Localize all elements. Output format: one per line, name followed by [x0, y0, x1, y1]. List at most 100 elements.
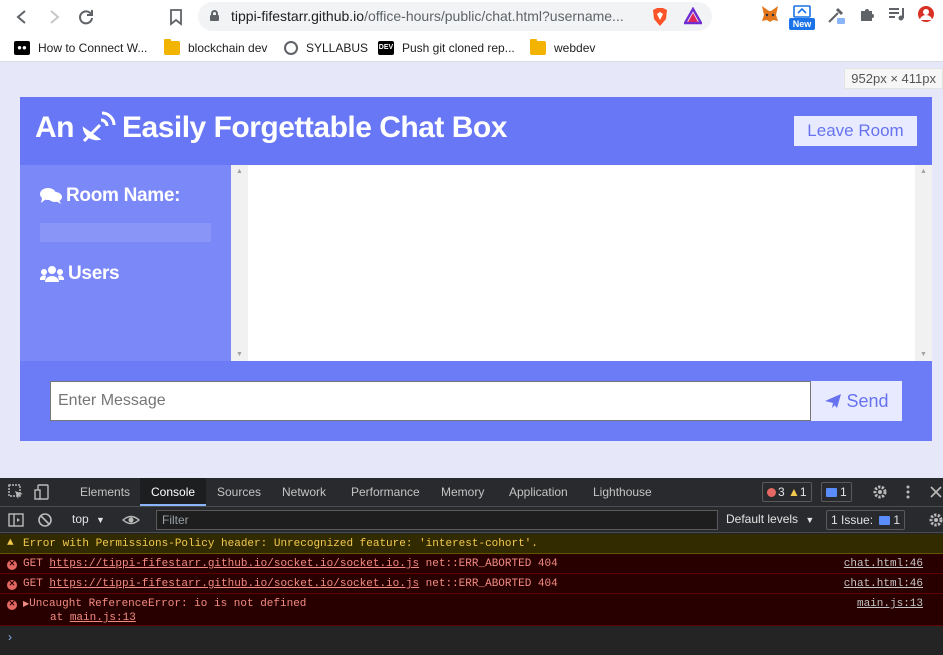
chevron-down-icon: ▼ — [805, 515, 815, 525]
folder-icon — [164, 39, 180, 55]
title-text-before: An — [35, 111, 75, 144]
log-message: Error with Permissions-Policy header: Un… — [23, 538, 538, 550]
scroll-down-icon[interactable]: ▼ — [231, 351, 248, 358]
brave-rewards-icon[interactable] — [682, 6, 704, 29]
tab-performance[interactable]: Performance — [340, 478, 431, 506]
log-levels-dropdown[interactable]: Default levels ▼ — [726, 512, 814, 526]
console-error-row: ✕ ▶Uncaught ReferenceError: io is not de… — [0, 594, 943, 626]
message-icon — [826, 488, 837, 497]
bookmark-icon[interactable] — [165, 6, 187, 28]
chat-container: An Easily Forgettable Chat Box Leave Roo… — [20, 97, 932, 441]
bookmark-label: How to Connect W... — [38, 41, 148, 55]
eyedropper-icon[interactable] — [825, 4, 847, 26]
message-counter[interactable]: 1 — [821, 482, 852, 502]
error-warning-counter[interactable]: 3 ▲1 — [762, 482, 812, 502]
chevron-down-icon: ▼ — [96, 515, 105, 525]
resource-link[interactable]: https://tippi-fifestarr.github.io/socket… — [49, 558, 419, 570]
back-icon[interactable] — [11, 6, 33, 28]
tab-console[interactable]: Console — [140, 478, 207, 506]
inspect-element-icon[interactable] — [8, 484, 24, 500]
scroll-up-icon[interactable]: ▲ — [231, 168, 248, 175]
room-name-value — [40, 223, 211, 242]
globe-icon — [284, 41, 298, 55]
address-bar[interactable]: tippi-fifestarr.github.io/office-hours/p… — [198, 2, 712, 31]
clear-console-icon[interactable] — [37, 512, 53, 528]
reload-icon[interactable] — [75, 6, 97, 28]
room-name-label: Room Name: — [66, 185, 181, 206]
room-name-heading: Room Name: — [40, 185, 180, 207]
media-queue-icon[interactable] — [886, 5, 908, 27]
users-heading: Users — [39, 263, 120, 285]
bookmark-label: Push git cloned rep... — [402, 41, 515, 55]
brave-shield-icon[interactable] — [650, 7, 670, 29]
chat-header: An Easily Forgettable Chat Box Leave Roo… — [20, 97, 932, 165]
bookmark-label: blockchain dev — [188, 41, 268, 55]
context-selector[interactable]: top ▼ — [72, 512, 105, 526]
metamask-icon[interactable] — [759, 4, 781, 26]
satellite-dish-icon — [80, 111, 116, 145]
log-source-link[interactable]: chat.html:46 — [844, 558, 923, 570]
users-icon — [39, 265, 65, 283]
console-filter-input[interactable]: Filter — [156, 510, 718, 530]
console-settings-gear-icon[interactable] — [928, 512, 943, 528]
scroll-down-icon[interactable]: ▼ — [915, 351, 932, 358]
folder-icon — [530, 39, 546, 55]
message-input[interactable]: Enter Message — [50, 381, 811, 421]
tab-memory[interactable]: Memory — [430, 478, 495, 506]
log-message: GET https://tippi-fifestarr.github.io/so… — [23, 558, 558, 570]
warning-icon: ▲ — [7, 537, 14, 549]
close-devtools-icon[interactable] — [929, 484, 943, 500]
viewport-dimensions: 952px × 411px — [844, 68, 943, 89]
chat-messages[interactable]: ▲ ▼ ▲ ▼ — [231, 165, 932, 361]
issue-icon — [879, 516, 891, 525]
url-text: tippi-fifestarr.github.io/office-hours/p… — [231, 8, 624, 24]
bookmark-item[interactable]: DEV Push git cloned rep... — [378, 38, 515, 58]
new-badge: New — [789, 18, 815, 30]
send-button-label: Send — [846, 390, 889, 411]
bookmark-folder[interactable]: blockchain dev — [164, 38, 267, 58]
send-button[interactable]: Send — [811, 381, 902, 421]
extensions-puzzle-icon[interactable] — [857, 5, 877, 27]
chat-title: An Easily Forgettable Chat Box — [35, 111, 507, 145]
new-extension-icon[interactable]: New — [789, 3, 815, 31]
context-label: top — [72, 512, 89, 526]
bookmark-label: SYLLABUS — [306, 41, 369, 55]
log-message[interactable]: ▶Uncaught ReferenceError: io is not defi… — [23, 598, 306, 610]
bookmark-item[interactable]: SYLLABUS — [284, 38, 368, 58]
title-text-after: Easily Forgettable Chat Box — [122, 111, 507, 144]
issues-count: 1 — [893, 513, 901, 527]
issues-button[interactable]: 1 Issue: 1 — [826, 510, 906, 530]
bookmarks-bar: ●● How to Connect W... blockchain dev SY… — [0, 34, 943, 62]
log-source-link[interactable]: main.js:13 — [857, 598, 923, 610]
bookmark-label: webdev — [554, 41, 596, 55]
more-options-icon[interactable] — [901, 484, 915, 500]
settings-gear-icon[interactable] — [872, 484, 888, 500]
device-toolbar-icon[interactable] — [34, 484, 50, 500]
page-viewport: 952px × 411px An Easily Forgettable Chat… — [0, 62, 943, 478]
scroll-up-icon[interactable]: ▲ — [915, 168, 932, 175]
console-error-row: ✕ GET https://tippi-fifestarr.github.io/… — [0, 554, 943, 574]
sidebar-toggle-icon[interactable] — [8, 512, 24, 528]
bookmark-folder[interactable]: webdev — [530, 38, 595, 58]
console-prompt-icon[interactable]: › — [8, 630, 12, 644]
leave-room-button[interactable]: Leave Room — [794, 116, 917, 146]
log-message: GET https://tippi-fifestarr.github.io/so… — [23, 578, 558, 590]
browser-toolbar: tippi-fifestarr.github.io/office-hours/p… — [0, 0, 943, 34]
paper-plane-icon — [824, 393, 842, 409]
forward-icon[interactable] — [43, 6, 65, 28]
comments-icon — [40, 187, 62, 205]
tab-sources[interactable]: Sources — [206, 478, 272, 506]
message-count: 1 — [840, 485, 847, 499]
tab-application[interactable]: Application — [498, 478, 579, 506]
tab-elements[interactable]: Elements — [69, 478, 141, 506]
warning-icon: ▲ — [788, 485, 800, 499]
stack-trace-link[interactable]: main.js:13 — [70, 612, 136, 624]
tab-network[interactable]: Network — [271, 478, 337, 506]
resource-link[interactable]: https://tippi-fifestarr.github.io/socket… — [49, 578, 419, 590]
log-source-link[interactable]: chat.html:46 — [844, 578, 923, 590]
bookmark-item[interactable]: ●● How to Connect W... — [14, 38, 147, 58]
user-profile-icon[interactable] — [916, 5, 936, 27]
tab-lighthouse[interactable]: Lighthouse — [582, 478, 663, 506]
error-icon — [767, 488, 776, 497]
live-expression-eye-icon[interactable] — [121, 512, 141, 528]
